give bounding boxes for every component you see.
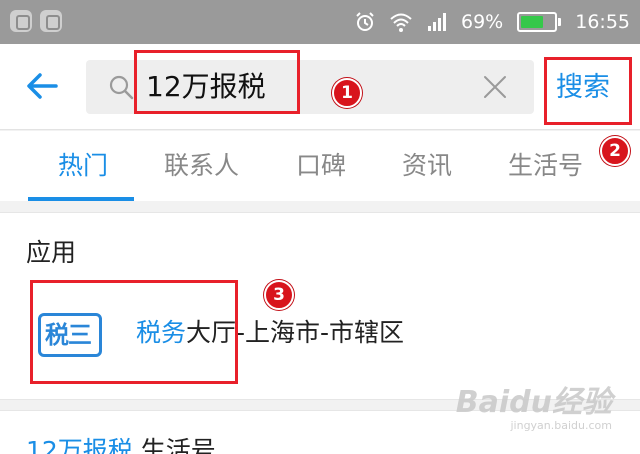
annotation-badge-3: 3 bbox=[264, 280, 294, 310]
tab-hot[interactable]: 热门 bbox=[58, 150, 108, 182]
watermark-sub: jingyan.baidu.com bbox=[510, 419, 612, 432]
life-accounts-title-rest: 生活号 bbox=[132, 436, 216, 454]
search-icon bbox=[109, 75, 134, 100]
back-arrow-icon[interactable] bbox=[24, 68, 60, 104]
wifi-icon bbox=[390, 13, 412, 32]
app-notification-icon bbox=[10, 10, 32, 32]
annotation-badge-2: 2 bbox=[600, 136, 630, 166]
battery-percent: 69% bbox=[461, 11, 504, 33]
tab-bar: 热门 联系人 口碑 资讯 生活号 bbox=[0, 131, 640, 201]
battery-icon bbox=[517, 12, 562, 32]
life-accounts-title-highlight: 12万报税 bbox=[26, 436, 133, 454]
signal-icon bbox=[428, 13, 446, 31]
life-accounts-title[interactable]: 12万报税 生活号 bbox=[26, 435, 216, 454]
status-icons: 69% 16:55 bbox=[355, 0, 630, 44]
tab-contacts[interactable]: 联系人 bbox=[164, 150, 239, 182]
alarm-icon bbox=[356, 12, 374, 31]
status-bar: 69% 16:55 bbox=[0, 0, 640, 44]
clock: 16:55 bbox=[575, 11, 630, 33]
annotation-badge-1: 1 bbox=[332, 78, 362, 108]
annotation-box-app-icon bbox=[30, 280, 238, 384]
watermark: Baidu经验 jingyan.baidu.com bbox=[456, 386, 612, 432]
screenshot-icon bbox=[40, 10, 62, 32]
clear-icon[interactable] bbox=[482, 74, 508, 100]
tab-news[interactable]: 资讯 bbox=[402, 150, 452, 182]
tab-reviews[interactable]: 口碑 bbox=[296, 150, 346, 182]
section-title: 应用 bbox=[26, 238, 77, 267]
active-tab-indicator bbox=[28, 197, 134, 201]
tab-life-accounts[interactable]: 生活号 bbox=[508, 150, 583, 182]
annotation-box-search-input bbox=[134, 50, 300, 114]
annotation-box-search-button bbox=[544, 57, 632, 125]
watermark-main: Baidu经验 bbox=[455, 385, 612, 420]
